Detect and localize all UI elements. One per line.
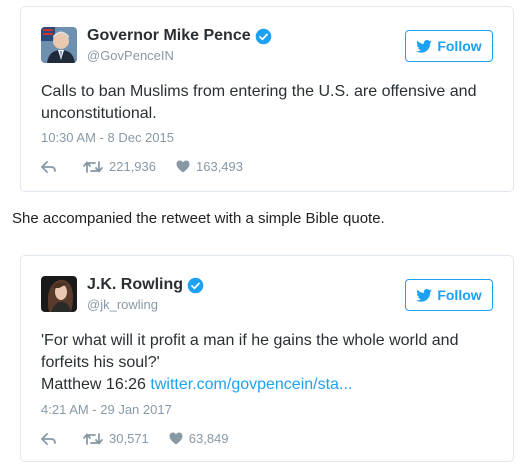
tweet-card-pence: Governor Mike Pence @GovPenceIN Follow C… [20,6,514,192]
display-name[interactable]: J.K. Rowling [87,276,183,294]
bible-reference: Matthew 16:26 [41,376,151,393]
retweet-button[interactable]: 30,571 [83,431,149,446]
tweet-text-line: 'For what will it profit a man if he gai… [41,332,459,349]
like-button[interactable]: 63,849 [169,431,229,446]
verified-badge-icon [187,277,204,293]
tweet-link[interactable]: twitter.com/govpencein/sta... [150,376,352,393]
tweet-actions: 221,936 163,493 [41,159,263,174]
reply-icon [41,432,56,445]
follow-label: Follow [437,38,482,54]
tweet-text-line: Matthew 16:26 twitter.com/govpencein/sta… [41,374,501,396]
follow-label: Follow [437,287,482,303]
retweet-count: 221,936 [109,159,156,174]
avatar[interactable] [41,276,77,312]
like-count: 163,493 [196,159,243,174]
twitter-bird-icon [416,288,433,302]
tweet-text-line: unconstitutional. [41,105,157,122]
retweet-count: 30,571 [109,431,149,446]
handle[interactable]: @GovPenceIN [87,48,272,63]
heart-icon [169,432,183,445]
heart-icon [176,160,190,173]
reply-icon [41,160,56,173]
retweet-icon [83,432,103,445]
handle[interactable]: @jk_rowling [87,297,204,312]
tweet-text: Calls to ban Muslims from entering the U… [41,81,501,125]
like-button[interactable]: 163,493 [176,159,243,174]
tweet-actions: 30,571 63,849 [41,431,249,446]
tweet-text: 'For what will it profit a man if he gai… [41,330,501,396]
tweet-text-line: forfeits his soul?' [41,354,160,371]
timestamp[interactable]: 10:30 AM - 8 Dec 2015 [41,130,174,145]
retweet-button[interactable]: 221,936 [83,159,156,174]
retweet-icon [83,160,103,173]
follow-button[interactable]: Follow [405,30,493,62]
article-paragraph: She accompanied the retweet with a simpl… [12,210,385,227]
tweet-text-line: Calls to ban Muslims from entering the U… [41,83,477,100]
avatar[interactable] [41,27,77,63]
reply-button[interactable] [41,160,63,174]
reply-button[interactable] [41,432,63,446]
tweet-card-rowling: J.K. Rowling @jk_rowling Follow 'For wha… [20,255,514,462]
display-name[interactable]: Governor Mike Pence [87,27,251,45]
twitter-bird-icon [416,39,433,53]
like-count: 63,849 [188,431,229,446]
timestamp[interactable]: 4:21 AM - 29 Jan 2017 [41,402,172,417]
verified-badge-icon [255,28,271,44]
follow-button[interactable]: Follow [405,279,493,311]
